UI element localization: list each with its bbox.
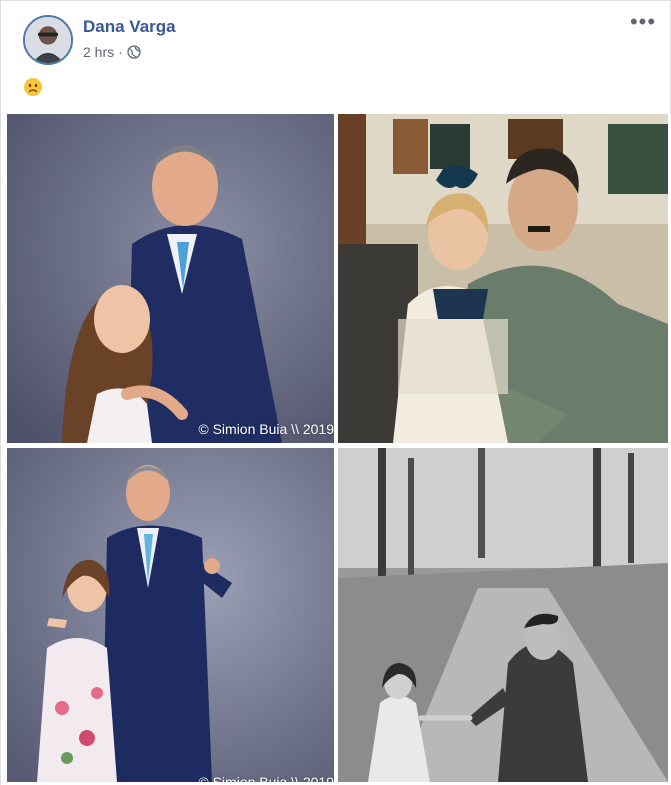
author-avatar[interactable]: [23, 15, 73, 65]
more-options-button[interactable]: •••: [628, 11, 658, 37]
post-header: Dana Varga 2 hrs · •••: [1, 1, 671, 73]
author-name[interactable]: Dana Varga: [83, 17, 176, 37]
avatar-image: [25, 17, 71, 63]
post-meta: 2 hrs ·: [83, 44, 141, 60]
photo-1[interactable]: © Simion Buia \\ 2019: [7, 114, 334, 443]
sad-face-emoji-icon: [23, 77, 43, 97]
feed-post: Dana Varga 2 hrs · ••• © Simion Buia \\ …: [0, 0, 671, 785]
post-text: [23, 77, 43, 103]
photo-2[interactable]: [338, 114, 668, 443]
photo-grid: © Simion Buia \\ 2019 © Simion Buia \\ 2…: [1, 114, 671, 785]
post-timestamp[interactable]: 2 hrs: [83, 44, 114, 60]
photo-watermark: © Simion Buia \\ 2019: [198, 774, 334, 782]
photo-watermark: © Simion Buia \\ 2019: [198, 421, 334, 437]
meta-separator: ·: [118, 44, 123, 60]
photo-4[interactable]: [338, 448, 668, 782]
photo-3[interactable]: © Simion Buia \\ 2019: [7, 448, 334, 782]
globe-icon[interactable]: [127, 45, 141, 59]
